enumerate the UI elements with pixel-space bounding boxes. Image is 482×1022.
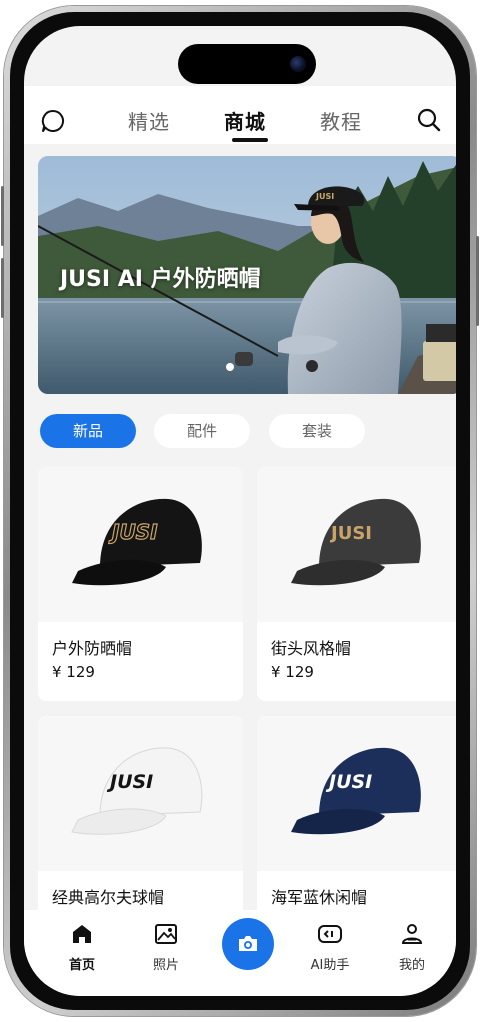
product-image: JUSI (38, 716, 243, 871)
nav-label: 首页 (68, 958, 95, 973)
product-image: JUSI (257, 716, 456, 871)
tab-mall[interactable]: 商城 (224, 106, 266, 135)
profile-icon (401, 924, 423, 944)
front-camera-icon (290, 56, 306, 72)
banner-title: JUSI AI 户外防晒帽 (60, 267, 261, 292)
camera-button[interactable] (222, 918, 274, 970)
top-bar: 精选 商城 教程 (24, 86, 456, 144)
svg-text:JUSI: JUSI (315, 192, 334, 201)
chip-accessories[interactable]: 配件 (154, 414, 250, 448)
power-button (476, 236, 479, 326)
nav-label: AI助手 (310, 958, 350, 973)
message-icon[interactable] (40, 108, 66, 138)
screen: 精选 商城 教程 JUSI JUSI AI 户外防晒帽 新品 配件 套装 JUS… (24, 26, 456, 996)
product-name: 户外防晒帽 (52, 639, 133, 658)
product-price: ¥ 129 (52, 663, 95, 681)
product-image: JUSI (38, 467, 243, 622)
chip-bundles[interactable]: 套装 (269, 414, 365, 448)
product-image: JUSI (257, 467, 456, 622)
bottom-nav: 首页 照片 AI助手 我的 (24, 910, 456, 996)
home-icon (73, 925, 91, 943)
nav-label: 照片 (152, 958, 179, 973)
search-icon[interactable] (416, 107, 442, 137)
camera-icon (239, 936, 257, 951)
volume-up-button (1, 186, 4, 246)
product-name: 海军蓝休闲帽 (271, 888, 368, 907)
product-logo: JUSI (108, 520, 158, 544)
product-name: 街头风格帽 (271, 639, 352, 658)
product-card[interactable]: JUSI 街头风格帽 ¥ 129 (257, 467, 456, 701)
product-name: 经典高尔夫球帽 (52, 888, 165, 907)
photo-icon (155, 924, 177, 944)
carousel-indicator (226, 363, 234, 371)
product-card[interactable]: JUSI 户外防晒帽 ¥ 129 (38, 467, 243, 701)
product-logo: JUSI (106, 771, 153, 793)
bezel: 精选 商城 教程 JUSI JUSI AI 户外防晒帽 新品 配件 套装 JUS… (10, 12, 470, 1010)
tab-tutorials[interactable]: 教程 (320, 106, 362, 135)
phone-frame: 精选 商城 教程 JUSI JUSI AI 户外防晒帽 新品 配件 套装 JUS… (1, 6, 479, 1016)
product-logo: JUSI (329, 523, 372, 544)
product-price: ¥ 129 (271, 663, 314, 681)
product-card[interactable]: JUSI 经典高尔夫球帽 (38, 716, 243, 916)
product-logo: JUSI (325, 771, 372, 793)
chip-new[interactable]: 新品 (40, 414, 136, 448)
volume-down-button (1, 258, 4, 318)
nav-ai-assistant[interactable]: AI助手 (300, 922, 360, 973)
dynamic-island (178, 44, 316, 84)
ai-assistant-icon (318, 925, 342, 943)
nav-photos[interactable]: 照片 (136, 922, 196, 973)
active-tab-indicator (232, 138, 268, 142)
nav-label: 我的 (398, 958, 425, 973)
promo-banner[interactable]: JUSI JUSI AI 户外防晒帽 (38, 156, 456, 394)
nav-profile[interactable]: 我的 (382, 922, 442, 973)
product-card[interactable]: JUSI 海军蓝休闲帽 (257, 716, 456, 916)
carousel-dot-active (226, 363, 234, 371)
tab-featured[interactable]: 精选 (128, 106, 170, 135)
nav-home[interactable]: 首页 (52, 922, 112, 973)
